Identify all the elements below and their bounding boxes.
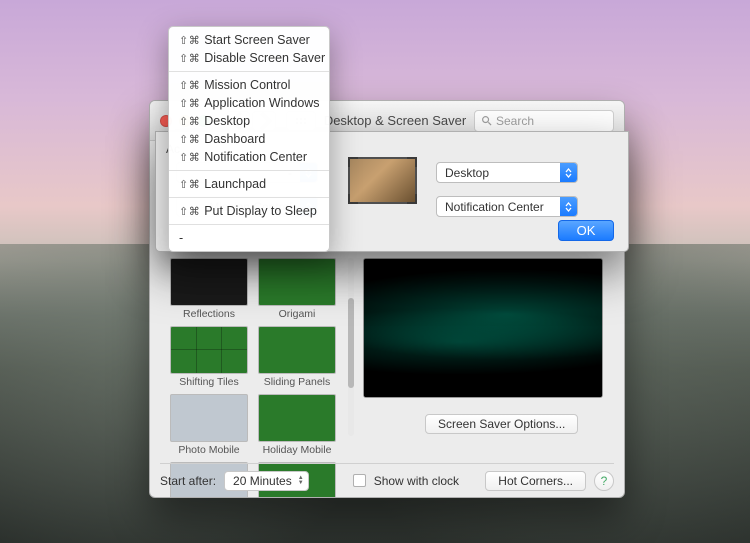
modifier-keys-icon: ⇧⌘ — [179, 34, 200, 47]
menu-item-label: Start Screen Saver — [204, 33, 310, 47]
modifier-keys-icon: ⇧⌘ — [179, 52, 200, 65]
screensaver-thumb[interactable]: Photo Mobile — [170, 394, 248, 456]
menu-item[interactable]: ⇧⌘ Application Windows — [169, 94, 329, 112]
menu-separator — [169, 170, 329, 171]
modifier-keys-icon: ⇧⌘ — [179, 205, 200, 218]
modifier-keys-icon: ⇧⌘ — [179, 133, 200, 146]
start-after-value: 20 Minutes — [233, 474, 292, 488]
corner-top-right-select[interactable]: Desktop — [436, 162, 578, 183]
menu-separator — [169, 197, 329, 198]
start-after-select[interactable]: 20 Minutes ▲▼ — [224, 471, 309, 491]
menu-item-label: Launchpad — [204, 177, 266, 191]
menu-item[interactable]: ⇧⌘ Dashboard — [169, 130, 329, 148]
corner-bottom-right-select[interactable]: Notification Center — [436, 196, 578, 217]
search-input[interactable]: Search — [474, 110, 614, 132]
stepper-icon: ▲▼ — [298, 476, 304, 486]
menu-item[interactable]: ⇧⌘ Notification Center — [169, 148, 329, 166]
screensaver-thumb[interactable]: Reflections — [170, 258, 248, 320]
screen-saver-options-button[interactable]: Screen Saver Options... — [425, 414, 578, 434]
modifier-keys-icon: ⇧⌘ — [179, 97, 200, 110]
corner-action-menu: ⇧⌘ Start Screen Saver ⇧⌘ Disable Screen Sav… — [168, 26, 330, 252]
menu-item[interactable]: ⇧⌘ Launchpad — [169, 175, 329, 193]
modifier-keys-icon: ⇧⌘ — [179, 115, 200, 128]
scrollbar-knob[interactable] — [348, 298, 354, 388]
menu-item-label: Put Display to Sleep — [204, 204, 317, 218]
menu-item-label: Desktop — [204, 114, 250, 128]
hot-corners-button[interactable]: Hot Corners... — [485, 471, 586, 491]
window-title: Desktop & Screen Saver — [322, 113, 468, 128]
ok-button[interactable]: OK — [558, 220, 614, 241]
chevron-up-down-icon — [560, 197, 577, 216]
menu-item-label: Mission Control — [204, 78, 290, 92]
modifier-keys-icon: ⇧⌘ — [179, 178, 200, 191]
menu-item-label: Disable Screen Saver — [204, 51, 325, 65]
start-after-label: Start after: — [160, 474, 216, 488]
modifier-keys-icon: ⇧⌘ — [179, 151, 200, 164]
chevron-up-down-icon — [560, 163, 577, 182]
corner-indicator-icon — [348, 194, 358, 204]
grid-scrollbar[interactable] — [348, 258, 354, 436]
modifier-keys-icon: ⇧⌘ — [179, 79, 200, 92]
corner-indicator-icon — [348, 157, 358, 167]
menu-item[interactable]: ⇧⌘ Disable Screen Saver — [169, 49, 329, 67]
corner-indicator-icon — [407, 157, 417, 167]
show-with-clock-checkbox[interactable] — [353, 474, 366, 487]
screensaver-preview — [363, 258, 603, 398]
corner-indicator-icon — [407, 194, 417, 204]
screensaver-thumb[interactable]: Sliding Panels — [258, 326, 336, 388]
menu-separator — [169, 71, 329, 72]
menu-item[interactable]: - — [169, 229, 329, 247]
screensaver-thumb[interactable]: Shifting Tiles — [170, 326, 248, 388]
screensaver-grid: Reflections Origami Shifting Tiles Slidi… — [170, 258, 345, 498]
menu-item[interactable]: ⇧⌘ Start Screen Saver — [169, 31, 329, 49]
menu-item[interactable]: ⇧⌘ Put Display to Sleep — [169, 202, 329, 220]
show-with-clock-label: Show with clock — [374, 474, 459, 488]
menu-item[interactable]: ⇧⌘ Desktop — [169, 112, 329, 130]
bottom-bar: Start after: 20 Minutes ▲▼ Show with clo… — [160, 463, 614, 489]
menu-separator — [169, 224, 329, 225]
menu-item-label: Dashboard — [204, 132, 265, 146]
help-button[interactable]: ? — [594, 471, 614, 491]
search-icon — [481, 115, 492, 126]
menu-item-label: Application Windows — [204, 96, 319, 110]
monitor-thumbnail — [348, 157, 417, 204]
menu-item-label: Notification Center — [204, 150, 307, 164]
search-placeholder: Search — [496, 114, 534, 128]
screensaver-thumb[interactable]: Holiday Mobile — [258, 394, 336, 456]
menu-item[interactable]: ⇧⌘ Mission Control — [169, 76, 329, 94]
screensaver-thumb[interactable]: Origami — [258, 258, 336, 320]
